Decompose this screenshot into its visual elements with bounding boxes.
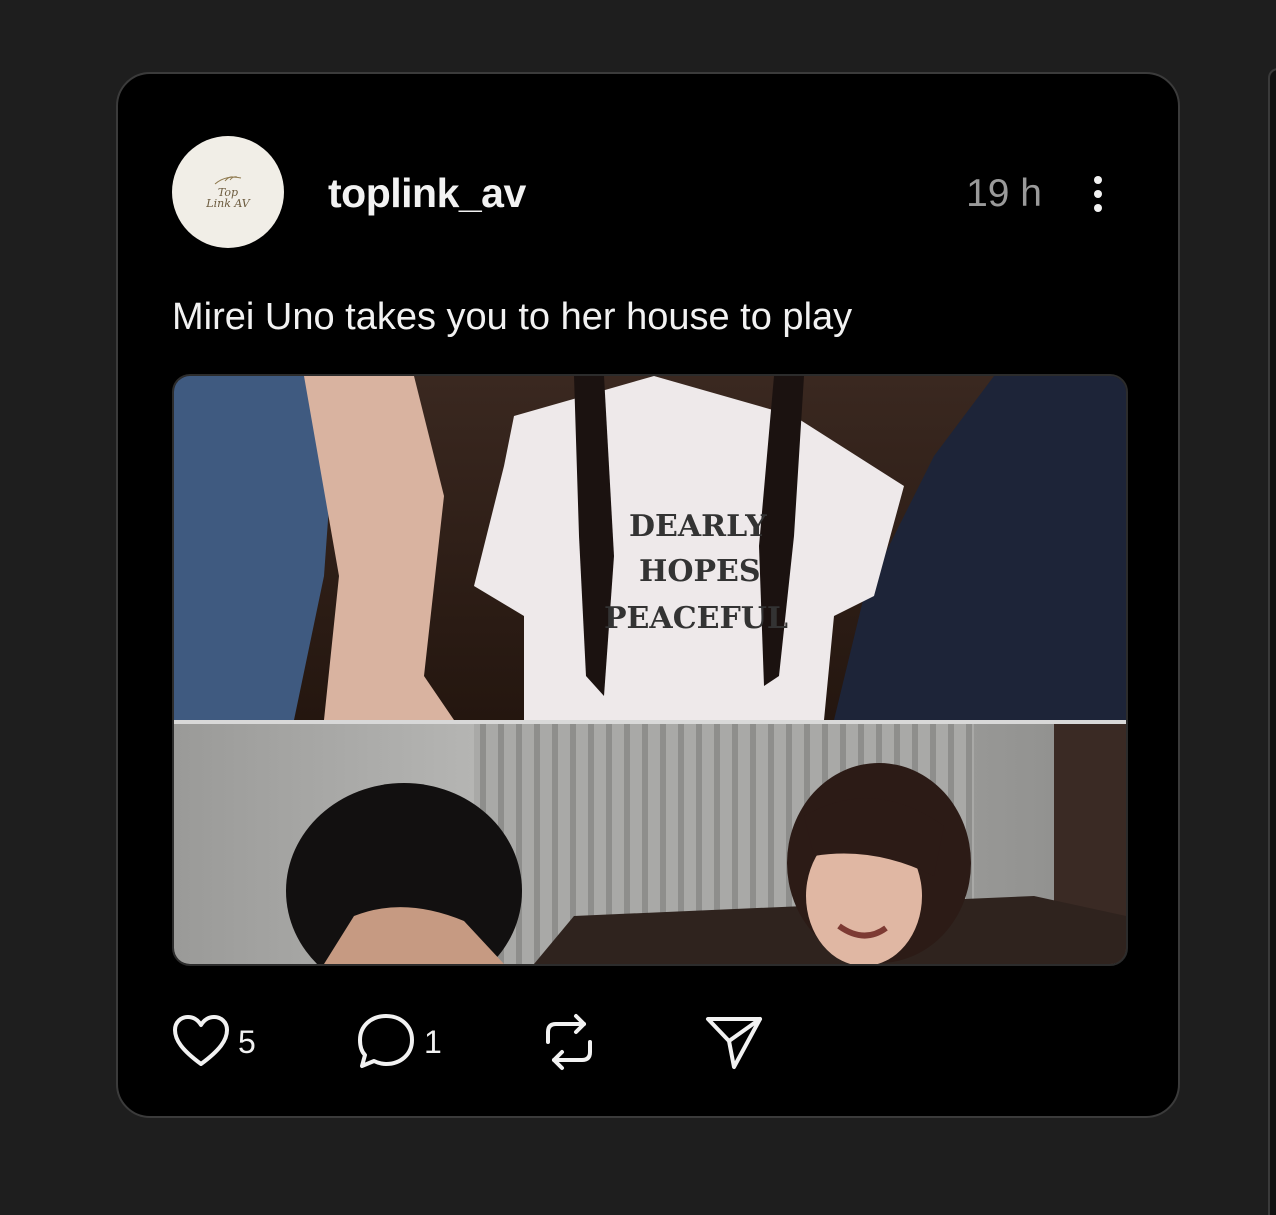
- more-vertical-icon[interactable]: [1078, 172, 1118, 216]
- share-button[interactable]: [704, 1012, 764, 1072]
- repost-button[interactable]: [538, 1012, 600, 1072]
- post-image[interactable]: DEARLY HOPES PEACEFUL: [172, 374, 1128, 966]
- username[interactable]: toplink_av: [328, 170, 526, 217]
- post-caption: Mirei Uno takes you to her house to play: [172, 296, 853, 338]
- avatar[interactable]: Top Link AV: [172, 136, 284, 248]
- shirt-text-line2: HOPES: [639, 554, 761, 589]
- comment-count: 1: [424, 1023, 442, 1060]
- shirt-text-line1: DEARLY: [629, 509, 767, 544]
- avatar-logo-line2: Link AV: [206, 197, 250, 210]
- heart-icon: [173, 1015, 229, 1066]
- adjacent-panel-edge: [1268, 68, 1276, 1215]
- comment-bubble-icon: [358, 1014, 414, 1068]
- repost-icon: [546, 1014, 592, 1070]
- comment-button[interactable]: 1: [356, 1012, 442, 1072]
- like-count: 5: [238, 1023, 256, 1060]
- send-icon: [706, 1017, 762, 1069]
- shirt-text-line3: PEACEFUL: [604, 601, 788, 636]
- post-actions: 5 1: [172, 1012, 872, 1072]
- post-time: 19 h: [966, 172, 1042, 215]
- post-card[interactable]: Top Link AV toplink_av 19 h Mirei Uno ta…: [116, 72, 1180, 1118]
- like-button[interactable]: 5: [172, 1012, 256, 1072]
